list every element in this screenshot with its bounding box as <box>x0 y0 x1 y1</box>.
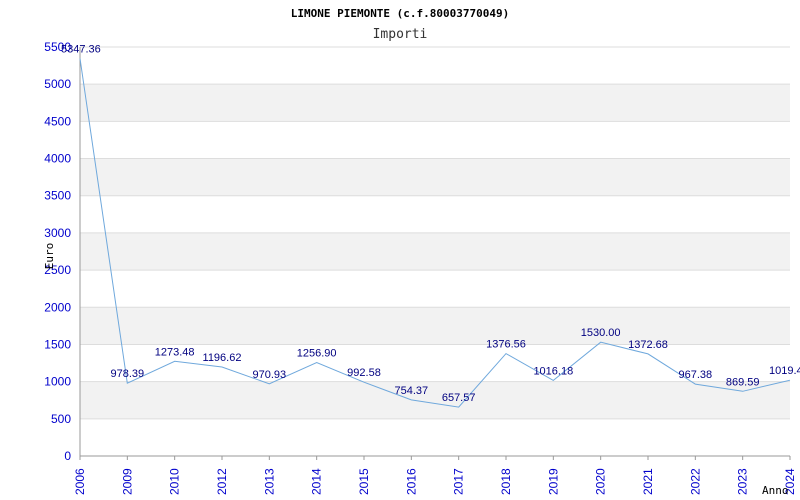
grid-band <box>80 418 790 456</box>
x-tick-label: 2018 <box>499 468 513 495</box>
x-tick-label: 2020 <box>594 468 608 495</box>
x-tick-label: 2019 <box>546 468 560 495</box>
data-label: 970.93 <box>253 369 287 381</box>
grid-band <box>80 121 790 159</box>
x-tick-label: 2023 <box>736 468 750 495</box>
grid-band <box>80 195 790 233</box>
chart-subtitle: Importi <box>373 27 428 42</box>
grid-band <box>80 84 790 122</box>
x-tick-label: 2014 <box>310 468 324 495</box>
data-label: 1376.56 <box>486 339 526 351</box>
x-tick-label: 2022 <box>688 468 702 495</box>
x-axis-ticks: 2006 2009 2010 2012 2013 2014 2015 2016 2017 2018… <box>73 456 797 495</box>
line-chart: LIMONE PIEMONTE (c.f.80003770049) Import… <box>43 7 800 497</box>
x-tick-label: 2012 <box>215 468 229 495</box>
x-tick-label: 2017 <box>452 468 466 495</box>
x-tick-label: 2006 <box>73 468 87 495</box>
grid-band <box>80 47 790 85</box>
y-tick-label: 1500 <box>44 337 71 351</box>
data-label: 967.38 <box>679 369 713 381</box>
y-tick-label: 2000 <box>44 300 71 314</box>
y-tick-label: 4000 <box>44 152 71 166</box>
y-tick-label: 3500 <box>44 189 71 203</box>
data-label: 1196.62 <box>203 352 242 364</box>
data-label: 978.39 <box>111 368 145 380</box>
y-tick-label: 500 <box>51 412 71 426</box>
grid-band <box>80 270 790 308</box>
data-label: 1530.00 <box>581 327 621 339</box>
data-label: 992.58 <box>347 367 381 379</box>
x-axis-title: Anno <box>762 484 789 497</box>
grid-band <box>80 232 790 271</box>
x-tick-label: 2015 <box>357 468 371 495</box>
data-label: 754.37 <box>395 385 429 397</box>
data-label: 1372.68 <box>628 339 668 351</box>
grid-band <box>80 307 790 345</box>
chart-title: LIMONE PIEMONTE (c.f.80003770049) <box>291 7 510 20</box>
x-tick-label: 2013 <box>262 468 276 495</box>
data-label: 657.57 <box>442 392 476 404</box>
data-label: 5347.36 <box>61 43 101 55</box>
y-tick-label: 4500 <box>44 114 71 128</box>
data-label: 1019.4 <box>769 365 800 377</box>
data-label: 1016.18 <box>533 365 573 377</box>
y-tick-label: 3000 <box>44 226 71 240</box>
y-tick-label: 5000 <box>44 77 71 91</box>
grid-band <box>80 158 790 196</box>
grid-band <box>80 381 790 419</box>
data-label: 869.59 <box>726 376 760 388</box>
y-axis-title: Euro <box>43 243 56 270</box>
data-label: 1256.90 <box>297 348 337 360</box>
x-tick-label: 2010 <box>168 468 182 495</box>
data-label: 1273.48 <box>155 346 195 358</box>
y-tick-label: 1000 <box>44 375 71 389</box>
y-tick-label: 0 <box>64 449 71 463</box>
x-tick-label: 2016 <box>404 468 418 495</box>
grid-bands <box>79 46 790 457</box>
x-tick-label: 2021 <box>641 468 655 495</box>
x-tick-label: 2009 <box>120 468 134 495</box>
